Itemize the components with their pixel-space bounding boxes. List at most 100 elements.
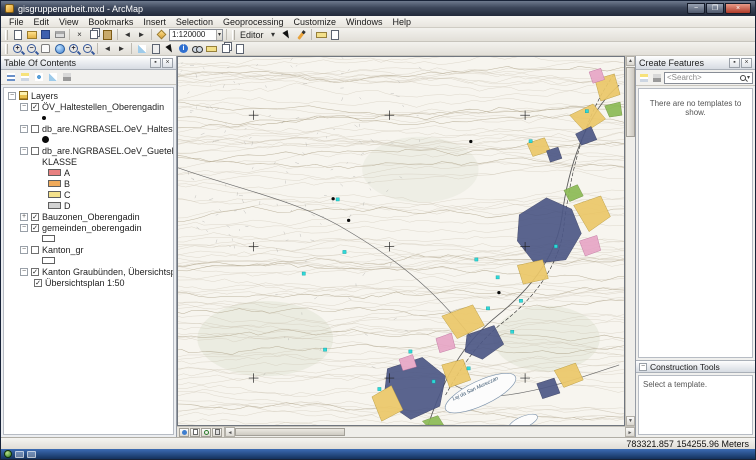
list-by-selection-icon[interactable] <box>47 72 58 83</box>
toc-layer-uebersichtsplan[interactable]: ✓ Übersichtsplan 1:50 <box>4 277 173 288</box>
editor-dropdown-icon[interactable]: ▾ <box>267 28 280 41</box>
menu-selection[interactable]: Selection <box>171 16 218 27</box>
map-canvas[interactable]: Lej da San Murezzan <box>177 56 625 426</box>
layer-checkbox[interactable]: ✓ <box>31 268 39 276</box>
toolbar-grip[interactable] <box>5 44 8 54</box>
clear-selection-button[interactable] <box>149 42 162 55</box>
toc-layer-oev-haltestellen[interactable]: − ✓ ÖV_Haltestellen_Oberengadin <box>4 101 173 112</box>
construction-tools-header[interactable]: − Construction Tools <box>636 360 755 373</box>
cut-icon[interactable]: × <box>73 28 86 41</box>
create-features-button[interactable] <box>315 28 328 41</box>
legend-class-row[interactable]: B <box>4 178 173 189</box>
close-icon[interactable]: × <box>162 58 173 68</box>
data-view-button[interactable] <box>179 428 189 437</box>
menu-geoprocessing[interactable]: Geoprocessing <box>218 16 289 27</box>
collapse-toggle[interactable]: − <box>20 246 28 254</box>
attributes-button[interactable] <box>329 28 342 41</box>
fixed-zoom-out-icon[interactable]: − <box>81 42 94 55</box>
toc-layer-bauzonen[interactable]: + ✓ Bauzonen_Oberengadin <box>4 211 173 222</box>
layer-checkbox[interactable] <box>31 147 39 155</box>
undo-button[interactable]: ◄ <box>121 28 134 41</box>
construction-tools-area[interactable]: Select a template. <box>638 375 753 435</box>
menu-insert[interactable]: Insert <box>138 16 171 27</box>
topographic-map[interactable]: Lej da San Murezzan <box>178 57 624 425</box>
zoom-out-icon[interactable]: − <box>25 42 38 55</box>
html-popup-button[interactable] <box>233 42 246 55</box>
horizontal-scroll-thumb[interactable] <box>235 428 345 436</box>
menu-help[interactable]: Help <box>388 16 417 27</box>
layout-view-button[interactable] <box>190 428 200 437</box>
map-scale-combobox[interactable]: 1:120000 ▾ <box>169 29 223 41</box>
close-icon[interactable]: × <box>741 58 752 68</box>
collapse-toggle[interactable]: − <box>8 92 16 100</box>
legend-class-row[interactable]: D <box>4 200 173 211</box>
template-list-area[interactable]: There are no templates to show. <box>638 88 753 358</box>
taskbar-app-icon[interactable] <box>27 451 36 458</box>
paste-button[interactable] <box>101 28 114 41</box>
fixed-zoom-in-icon[interactable]: + <box>67 42 80 55</box>
map-horizontal-scrollbar[interactable]: ◄ ► <box>177 426 635 437</box>
menu-file[interactable]: File <box>4 16 29 27</box>
zoom-in-icon[interactable]: + <box>11 42 24 55</box>
menu-windows[interactable]: Windows <box>341 16 388 27</box>
toc-layer-are-haltestellen[interactable]: − db_are.NGRBASEL.OeV_Haltestellen_ARE <box>4 123 173 134</box>
pan-icon[interactable] <box>39 42 52 55</box>
edit-tool-button[interactable] <box>281 28 294 41</box>
editor-toolbar-label[interactable]: Editor <box>238 30 266 40</box>
pin-icon[interactable]: ▪ <box>150 58 161 68</box>
find-icon[interactable] <box>191 42 204 55</box>
map-vertical-scrollbar[interactable]: ▲ ▼ <box>625 56 635 426</box>
select-elements-button[interactable] <box>163 42 176 55</box>
save-button[interactable] <box>39 28 52 41</box>
scroll-up-icon[interactable]: ▲ <box>626 56 635 66</box>
add-data-button[interactable] <box>155 28 168 41</box>
menu-bookmarks[interactable]: Bookmarks <box>83 16 138 27</box>
refresh-view-button[interactable] <box>201 428 211 437</box>
sketch-tool-button[interactable] <box>295 28 308 41</box>
collapse-toggle[interactable]: − <box>20 147 28 155</box>
toolbar-grip[interactable] <box>5 30 8 40</box>
collapse-toggle[interactable]: − <box>20 103 28 111</box>
layer-checkbox[interactable]: ✓ <box>34 279 42 287</box>
pause-drawing-button[interactable] <box>212 428 222 437</box>
new-document-button[interactable] <box>11 28 24 41</box>
toc-layer-gemeinden[interactable]: − ✓ gemeinden_oberengadin <box>4 222 173 233</box>
measure-icon[interactable] <box>205 42 218 55</box>
copy-button[interactable] <box>87 28 100 41</box>
toc-layer-kanton-gr[interactable]: − Kanton_gr <box>4 244 173 255</box>
toc-root-layers[interactable]: − Layers <box>4 90 173 101</box>
toc-options-icon[interactable] <box>61 72 72 83</box>
toc-layer-uebersichtsplan-group[interactable]: − ✓ Kanton Graubünden, Übersichtsplan <box>4 266 173 277</box>
scroll-left-icon[interactable]: ◄ <box>225 427 235 437</box>
layer-checkbox[interactable]: ✓ <box>31 224 39 232</box>
maximize-button[interactable]: ❐ <box>706 3 724 14</box>
collapse-toggle[interactable]: − <box>639 363 647 371</box>
vertical-scroll-thumb[interactable] <box>626 67 635 137</box>
go-to-xy-button[interactable] <box>219 42 232 55</box>
select-features-button[interactable] <box>135 42 148 55</box>
list-by-source-icon[interactable] <box>19 72 30 83</box>
organize-templates-icon[interactable] <box>638 72 649 83</box>
menu-view[interactable]: View <box>54 16 83 27</box>
back-extent-button[interactable]: ◄ <box>101 42 114 55</box>
identify-icon[interactable]: i <box>177 42 190 55</box>
template-properties-icon[interactable] <box>651 72 662 83</box>
layer-checkbox[interactable] <box>31 246 39 254</box>
minimize-button[interactable]: − <box>687 3 705 14</box>
list-by-drawing-order-icon[interactable] <box>5 72 16 83</box>
full-extent-icon[interactable] <box>53 42 66 55</box>
layer-checkbox[interactable]: ✓ <box>31 103 39 111</box>
layer-checkbox[interactable]: ✓ <box>31 213 39 221</box>
collapse-toggle[interactable]: − <box>20 224 28 232</box>
layer-checkbox[interactable] <box>31 125 39 133</box>
open-document-button[interactable] <box>25 28 38 41</box>
collapse-toggle[interactable]: − <box>20 125 28 133</box>
scroll-down-icon[interactable]: ▼ <box>626 416 635 426</box>
forward-extent-button[interactable]: ► <box>115 42 128 55</box>
expand-toggle[interactable]: + <box>20 213 28 221</box>
close-button[interactable]: × <box>725 3 751 14</box>
list-by-visibility-icon[interactable] <box>33 72 44 83</box>
template-search-input[interactable]: <Search> ▾ <box>664 72 753 84</box>
print-button[interactable] <box>53 28 66 41</box>
toc-layer-gueteklassen[interactable]: − db_are.NGRBASEL.OeV_Gueteklassen_ARE <box>4 145 173 156</box>
